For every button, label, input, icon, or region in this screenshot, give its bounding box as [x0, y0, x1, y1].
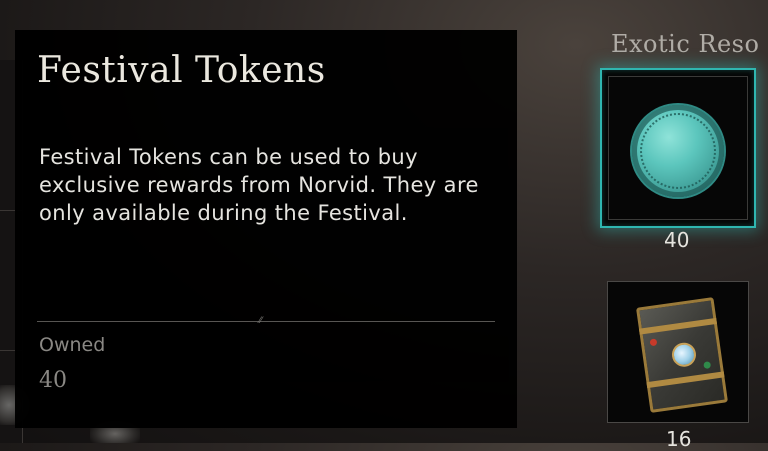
item-tooltip: Festival Tokens Festival Tokens can be u…	[15, 30, 517, 428]
item-count: 40	[664, 228, 690, 252]
item-count: 16	[666, 427, 692, 451]
tooltip-description: Festival Tokens can be used to buy exclu…	[39, 145, 479, 225]
festival-token-icon	[632, 105, 724, 197]
inventory-slot-book[interactable]	[607, 281, 749, 423]
divider-ornament-icon: ⁄⁄	[259, 316, 263, 326]
owned-label: Owned	[39, 334, 106, 356]
section-title: Exotic Reso	[611, 30, 760, 58]
tooltip-title: Festival Tokens	[37, 50, 326, 91]
owned-value: 40	[39, 368, 67, 393]
inventory-slot-festival-token[interactable]	[600, 68, 756, 228]
ornate-book-icon	[636, 297, 728, 413]
